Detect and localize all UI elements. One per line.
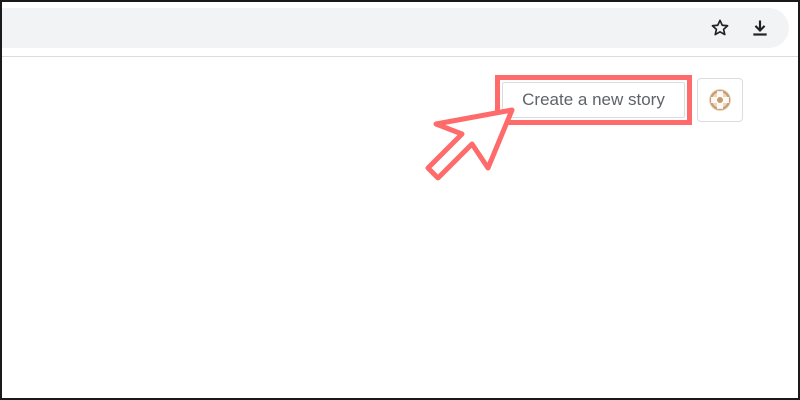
pointer-arrow-annotation	[425, 107, 515, 181]
download-icon[interactable]	[748, 16, 772, 40]
screenshot-frame: Create a new story	[0, 0, 800, 400]
avatar-button[interactable]	[697, 78, 743, 122]
avatar-icon	[709, 89, 731, 111]
create-new-story-button[interactable]: Create a new story	[502, 82, 685, 118]
star-icon[interactable]	[708, 16, 732, 40]
browser-toolbar	[2, 2, 798, 57]
address-bar[interactable]	[2, 8, 789, 48]
